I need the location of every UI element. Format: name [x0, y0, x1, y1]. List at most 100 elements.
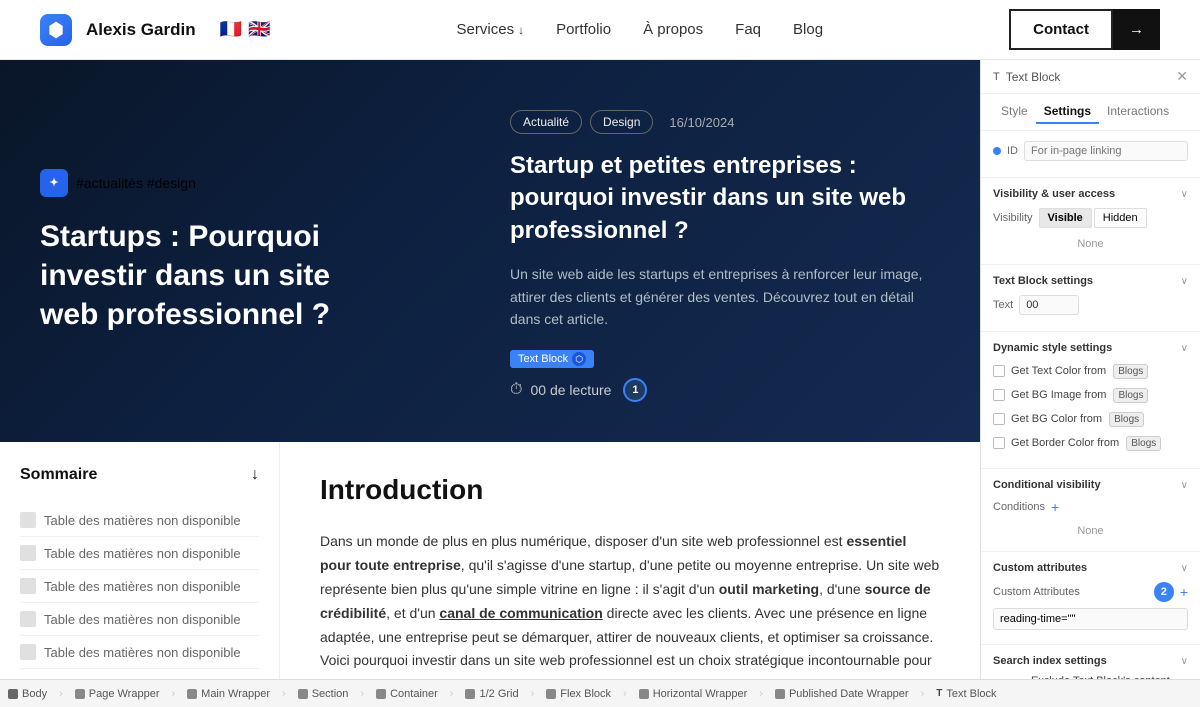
- id-section: ID: [981, 131, 1200, 178]
- logo-text: Alexis Gardin: [86, 20, 196, 40]
- breadcrumb-container[interactable]: Container: [376, 688, 438, 700]
- breadcrumb-body[interactable]: Body: [8, 688, 47, 700]
- toc-header: Sommaire ↓: [20, 466, 259, 484]
- text-block-settings-section: Text Block settings ∨ Text: [981, 265, 1200, 332]
- hero-title: Startups : Pourquoi investir dans un sit…: [40, 217, 380, 334]
- search-index-section: Search index settings ∨ Exclude Text Blo…: [981, 645, 1200, 679]
- flex-icon: [546, 689, 556, 699]
- right-panel: T Text Block ✕ Style Settings Interactio…: [980, 60, 1200, 679]
- article-area: Sommaire ↓ Table des matières non dispon…: [0, 442, 980, 679]
- breadcrumb-grid[interactable]: 1/2 Grid: [465, 688, 518, 700]
- nav-blog[interactable]: Blog: [793, 21, 823, 38]
- tab-settings[interactable]: Settings: [1036, 100, 1099, 124]
- visibility-title: Visibility & user access: [993, 188, 1115, 200]
- page-body: ✦ #actualités #design Startups : Pourquo…: [0, 60, 1200, 679]
- text-block-label-wrapper: Text Block ⬡ ⏱ 00 de lecture 1: [510, 350, 940, 402]
- clock-icon: ⏱: [510, 381, 522, 399]
- dynamic-cb-row-1: Get BG Image from Blogs: [993, 386, 1188, 404]
- nav-contact-group: Contact →: [1009, 9, 1160, 50]
- toc-item[interactable]: Table des matières non disponible: [20, 603, 259, 636]
- hero-date: 16/10/2024: [669, 115, 734, 130]
- toc-item-icon: [20, 611, 36, 627]
- text-row: Text: [993, 295, 1188, 315]
- breadcrumb-page-wrapper[interactable]: Page Wrapper: [75, 688, 160, 700]
- visibility-none: None: [993, 234, 1188, 254]
- toc-item[interactable]: Table des matières non disponible: [20, 537, 259, 570]
- toc-item-icon: [20, 545, 36, 561]
- contact-button[interactable]: Contact: [1009, 9, 1113, 50]
- search-index-header: Search index settings ∨: [993, 655, 1188, 667]
- search-cb-row: Exclude Text Block's content from site s…: [993, 675, 1188, 679]
- visibility-header: Visibility & user access ∨: [993, 188, 1188, 200]
- flag-gb: 🇬🇧: [248, 19, 270, 40]
- checkbox-text-color[interactable]: [993, 365, 1005, 377]
- visibility-row: Visibility Visible Hidden: [993, 208, 1188, 228]
- badge-actualite: Actualité: [510, 110, 582, 134]
- toc-item-icon: [20, 644, 36, 660]
- grid-icon: [465, 689, 475, 699]
- checkbox-bg-color[interactable]: [993, 413, 1005, 425]
- nav-links: Services ↓ Portfolio À propos Faq Blog: [457, 21, 824, 38]
- hidden-btn[interactable]: Hidden: [1094, 208, 1147, 228]
- contact-arrow-button[interactable]: →: [1113, 9, 1160, 50]
- checkbox-bg-image[interactable]: [993, 389, 1005, 401]
- nav-services[interactable]: Services ↓: [457, 21, 525, 38]
- text-value-input[interactable]: [1019, 295, 1079, 315]
- dynamic-style-header: Dynamic style settings ∨: [993, 342, 1188, 354]
- toc-sidebar: Sommaire ↓ Table des matières non dispon…: [0, 442, 280, 679]
- navbar: Alexis Gardin 🇫🇷 🇬🇧 Services ↓ Portfolio…: [0, 0, 1200, 60]
- visible-btn[interactable]: Visible: [1039, 208, 1092, 228]
- vis-buttons: Visible Hidden: [1039, 208, 1147, 228]
- conditions-none: None: [993, 521, 1188, 541]
- id-input[interactable]: [1024, 141, 1188, 161]
- conditional-header: Conditional visibility ∨: [993, 479, 1188, 491]
- custom-attr-input[interactable]: [993, 608, 1188, 630]
- tab-interactions[interactable]: Interactions: [1099, 100, 1177, 124]
- hero-left: ✦ #actualités #design Startups : Pourquo…: [40, 100, 470, 402]
- hero-excerpt: Un site web aide les startups et entrepr…: [510, 263, 940, 330]
- breadcrumb-pub-date[interactable]: Published Date Wrapper: [775, 688, 909, 700]
- badge-design: Design: [590, 110, 653, 134]
- breadcrumb-horizontal[interactable]: Horizontal Wrapper: [639, 688, 748, 700]
- toc-item[interactable]: Table des matières non disponible: [20, 570, 259, 603]
- breadcrumb-section[interactable]: Section: [298, 688, 349, 700]
- id-row: ID: [993, 141, 1188, 161]
- dynamic-cb-row-3: Get Border Color from Blogs: [993, 434, 1188, 452]
- hero-right: Actualité Design 16/10/2024 Startup et p…: [510, 100, 940, 402]
- visibility-section: Visibility & user access ∨ Visibility Vi…: [981, 178, 1200, 265]
- nav-faq[interactable]: Faq: [735, 21, 761, 38]
- article-h1: Introduction: [320, 474, 940, 506]
- panel-tabs: Style Settings Interactions: [981, 94, 1200, 131]
- toc-item[interactable]: Table des matières non disponible: [20, 636, 259, 669]
- breadcrumb-text-block[interactable]: T Text Block: [936, 688, 996, 700]
- logo-icon: [40, 14, 72, 46]
- custom-attributes-section: Custom attributes ∨ Custom Attributes 2 …: [981, 552, 1200, 645]
- add-condition-button[interactable]: +: [1051, 499, 1059, 515]
- pub-date-icon: [775, 689, 785, 699]
- section-icon: [298, 689, 308, 699]
- chevron-icon: ∨: [1181, 276, 1188, 287]
- page-wrapper-icon: [75, 689, 85, 699]
- breadcrumb-main-wrapper[interactable]: Main Wrapper: [187, 688, 270, 700]
- panel-header: T Text Block ✕: [981, 60, 1200, 94]
- tab-style[interactable]: Style: [993, 100, 1036, 124]
- checkbox-border-color[interactable]: [993, 437, 1005, 449]
- container-icon: [376, 689, 386, 699]
- toc-item-icon: [20, 512, 36, 528]
- toc-list: Table des matières non disponible Table …: [20, 504, 259, 669]
- chevron-icon: ∨: [1181, 343, 1188, 354]
- chevron-down-icon: ↓: [518, 23, 524, 37]
- close-icon[interactable]: ✕: [1176, 68, 1188, 85]
- toc-arrow-icon: ↓: [251, 466, 259, 484]
- custom-attr-header: Custom attributes ∨: [993, 562, 1188, 574]
- flag-group: 🇫🇷 🇬🇧: [220, 19, 271, 40]
- flag-fr: 🇫🇷: [220, 19, 242, 40]
- breadcrumb-flex[interactable]: Flex Block: [546, 688, 611, 700]
- toc-item[interactable]: Table des matières non disponible: [20, 504, 259, 537]
- nav-apropos[interactable]: À propos: [643, 21, 703, 38]
- nav-portfolio[interactable]: Portfolio: [556, 21, 611, 38]
- add-attribute-button[interactable]: +: [1180, 584, 1188, 600]
- toc-title: Sommaire: [20, 466, 97, 484]
- custom-attr-badge: 2: [1154, 582, 1174, 602]
- text-block-label: Text Block ⬡: [510, 350, 594, 368]
